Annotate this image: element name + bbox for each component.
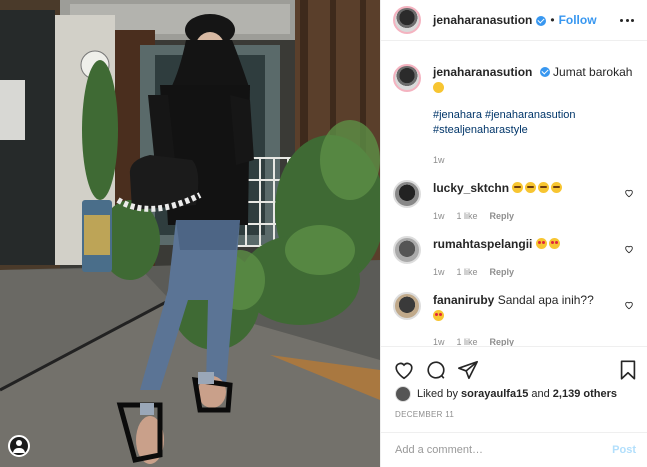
- commenter-username[interactable]: lucky_sktchn: [433, 181, 509, 195]
- liker-avatar[interactable]: [395, 386, 411, 402]
- author-avatar[interactable]: [393, 6, 421, 34]
- post-side-panel: jenaharanasution • Follow jenaharanasuti…: [380, 0, 647, 467]
- reply-button[interactable]: Reply: [490, 264, 515, 280]
- commenter-username[interactable]: fananiruby: [433, 293, 494, 307]
- post-date[interactable]: DECEMBER 11: [395, 410, 454, 419]
- liker-username[interactable]: sorayaulfa15: [461, 388, 528, 400]
- add-comment-input[interactable]: [395, 444, 595, 456]
- like-heart-icon[interactable]: [393, 359, 415, 381]
- author-username[interactable]: jenaharanasution: [433, 13, 532, 27]
- commenter-avatar[interactable]: [393, 180, 421, 208]
- verified-badge-icon: [536, 16, 547, 26]
- heart-eyes-emoji-icon: [433, 310, 444, 321]
- comment-time[interactable]: 1w: [433, 334, 445, 346]
- bee-emoji-icon: [433, 82, 444, 93]
- caption-verified-icon: [539, 67, 550, 77]
- caption-time[interactable]: 1w: [433, 152, 445, 168]
- share-plane-icon[interactable]: [457, 359, 479, 381]
- comment-likes[interactable]: 1 like: [457, 334, 478, 346]
- comment-text: Sandal apa inih??: [497, 293, 594, 307]
- comment-item: rumahtaspelangii 1w 1 like Reply: [393, 236, 638, 280]
- commenter-username[interactable]: rumahtaspelangii: [433, 237, 532, 251]
- comment-emojis: [535, 237, 562, 251]
- comment-bubble-icon[interactable]: [425, 359, 447, 381]
- caption-avatar[interactable]: [393, 64, 421, 92]
- like-comment-heart-icon[interactable]: [624, 300, 634, 310]
- caption-text: Jumat barokah: [553, 65, 633, 79]
- likes-and: and: [531, 388, 550, 400]
- likes-prefix: Liked by: [417, 388, 458, 400]
- comment-time[interactable]: 1w: [433, 208, 445, 224]
- comment-item: lucky_sktchn 1w 1 like Reply: [393, 180, 638, 224]
- like-comment-heart-icon[interactable]: [624, 244, 634, 254]
- photo-illustration: [0, 0, 380, 467]
- comments-list[interactable]: jenaharanasution Jumat barokah #jenahara…: [381, 42, 647, 346]
- like-comment-heart-icon[interactable]: [624, 188, 634, 198]
- post-header: jenaharanasution • Follow: [381, 0, 647, 41]
- tagged-user-icon[interactable]: [8, 435, 30, 457]
- reply-button[interactable]: Reply: [490, 334, 515, 346]
- comment-emojis: [512, 181, 564, 195]
- post-caption: jenaharanasution Jumat barokah #jenahara…: [393, 64, 638, 168]
- separator-dot: •: [550, 13, 555, 27]
- post-photo[interactable]: [0, 0, 380, 467]
- more-options-icon[interactable]: [620, 13, 634, 27]
- save-bookmark-icon[interactable]: [617, 359, 639, 381]
- likes-summary: Liked by sorayaulfa15 and 2,139 others: [395, 386, 617, 402]
- post-comment-button[interactable]: Post: [612, 444, 636, 456]
- post-actions: Liked by sorayaulfa15 and 2,139 others D…: [381, 346, 647, 432]
- commenter-avatar[interactable]: [393, 236, 421, 264]
- add-comment-bar: Post: [381, 432, 647, 467]
- commenter-avatar[interactable]: [393, 292, 421, 320]
- comment-time[interactable]: 1w: [433, 264, 445, 280]
- follow-button[interactable]: Follow: [559, 13, 597, 27]
- comment-likes[interactable]: 1 like: [457, 264, 478, 280]
- comment-likes[interactable]: 1 like: [457, 208, 478, 224]
- reply-button[interactable]: Reply: [490, 208, 515, 224]
- caption-hashtags[interactable]: #jenahara #jenaharanasution #stealjenaha…: [433, 108, 638, 138]
- caption-username[interactable]: jenaharanasution: [433, 65, 532, 79]
- comment-item: fananiruby Sandal apa inih?? 1w 1 like R…: [393, 292, 638, 346]
- likes-count[interactable]: 2,139 others: [553, 388, 617, 400]
